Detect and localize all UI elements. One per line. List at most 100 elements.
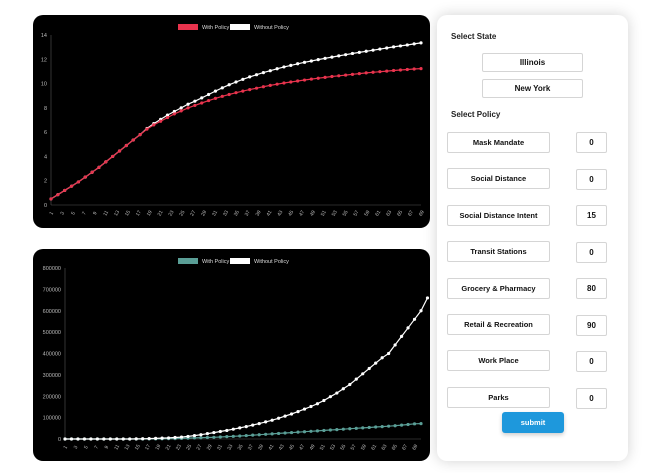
x-tick-label: 59 xyxy=(363,209,371,217)
data-point xyxy=(341,427,345,431)
data-point xyxy=(289,63,293,67)
data-point xyxy=(179,435,184,439)
data-point xyxy=(270,432,274,436)
y-tick-label: 0 xyxy=(58,437,61,443)
x-tick-label: 55 xyxy=(339,443,347,451)
data-point xyxy=(147,436,151,441)
data-point xyxy=(419,67,423,71)
data-point xyxy=(316,58,320,62)
data-point xyxy=(199,436,203,440)
policy-work-place-value[interactable]: 0 xyxy=(576,351,607,372)
data-point xyxy=(227,92,231,97)
data-point xyxy=(244,433,248,438)
data-point xyxy=(337,74,341,78)
series-line xyxy=(50,68,422,200)
data-point xyxy=(385,69,389,73)
policy-grocery-pharmacy-value[interactable]: 80 xyxy=(576,278,607,299)
policy-social-distance-value[interactable]: 0 xyxy=(576,169,607,190)
data-point xyxy=(302,60,307,64)
data-point xyxy=(302,430,307,434)
data-point xyxy=(268,83,272,87)
policy-grocery-pharmacy-button[interactable]: Grocery & Pharmacy xyxy=(447,278,550,299)
data-point xyxy=(350,51,355,56)
x-tick-label: 17 xyxy=(135,209,143,217)
data-point xyxy=(405,43,409,47)
x-tick-label: 49 xyxy=(309,443,317,451)
data-point xyxy=(283,431,287,435)
data-point xyxy=(419,309,423,313)
policy-parks-value[interactable]: 0 xyxy=(576,388,607,409)
data-point xyxy=(350,72,355,76)
data-point xyxy=(425,296,430,300)
x-tick-label: 3 xyxy=(73,445,80,451)
x-tick-label: 41 xyxy=(267,443,275,451)
policy-parks-button[interactable]: Parks xyxy=(447,387,550,408)
data-point xyxy=(367,366,371,371)
data-point xyxy=(108,437,112,441)
policy-retail-recreation-value[interactable]: 90 xyxy=(576,315,607,336)
y-tick-label: 8 xyxy=(44,106,47,112)
data-point xyxy=(264,432,268,436)
x-tick-label: 63 xyxy=(385,209,393,217)
data-point xyxy=(160,436,164,440)
data-point xyxy=(296,79,300,83)
x-tick-label: 21 xyxy=(157,209,165,217)
data-point xyxy=(104,160,108,164)
data-point xyxy=(323,56,327,60)
data-point xyxy=(270,418,274,422)
y-tick-label: 100000 xyxy=(43,416,61,422)
policy-work-place-button[interactable]: Work Place xyxy=(447,350,550,371)
data-point xyxy=(251,433,255,437)
data-point xyxy=(309,404,313,409)
legend-swatch xyxy=(230,24,250,30)
policy-transit-stations-value[interactable]: 0 xyxy=(576,242,607,263)
policy-social-distance-intent-value[interactable]: 15 xyxy=(576,205,607,226)
data-point xyxy=(354,377,358,381)
data-point xyxy=(63,437,67,441)
data-point xyxy=(364,71,368,75)
data-point xyxy=(205,435,209,440)
policy-mask-mandate-value[interactable]: 0 xyxy=(576,132,607,153)
data-point xyxy=(361,372,365,376)
data-point xyxy=(387,351,391,356)
policy-retail-recreation-button[interactable]: Retail & Recreation xyxy=(447,314,550,335)
x-tick-label: 67 xyxy=(407,209,415,217)
x-tick-label: 1 xyxy=(49,211,56,217)
data-point xyxy=(231,434,235,438)
data-point xyxy=(90,170,94,174)
policy-social-distance-button[interactable]: Social Distance xyxy=(447,168,550,189)
data-point xyxy=(225,435,229,439)
data-point xyxy=(399,423,404,427)
policy-transit-stations-button[interactable]: Transit Stations xyxy=(447,241,550,262)
data-point xyxy=(238,434,242,438)
data-point xyxy=(121,437,125,441)
data-point xyxy=(225,428,229,433)
x-tick-label: 23 xyxy=(175,443,183,451)
deaths-chart-svg: 0 100000 200000 300000 400000 500000 600000 700… xyxy=(43,258,430,451)
x-tick-label: 29 xyxy=(200,209,208,217)
data-point xyxy=(241,77,245,81)
submit-button[interactable]: submit xyxy=(502,412,564,433)
state-button-illinois[interactable]: Illinois xyxy=(482,53,583,72)
data-point xyxy=(335,427,339,432)
x-tick-label: 65 xyxy=(391,443,399,451)
x-tick-label: 31 xyxy=(216,443,224,451)
policy-social-distance-intent-button[interactable]: Social Distance Intent xyxy=(447,205,550,226)
data-point xyxy=(361,426,365,430)
x-tick-label: 13 xyxy=(124,443,132,451)
data-point xyxy=(412,67,416,71)
data-point xyxy=(385,46,389,50)
data-point xyxy=(117,149,122,153)
data-point xyxy=(179,109,183,113)
x-tick-label: 53 xyxy=(329,443,337,451)
data-point xyxy=(102,437,106,441)
x-tick-label: 23 xyxy=(168,209,176,217)
data-point xyxy=(200,96,204,100)
state-button-new-york[interactable]: New York xyxy=(482,79,583,98)
policy-mask-mandate-button[interactable]: Mask Mandate xyxy=(447,132,550,153)
data-point xyxy=(282,65,286,69)
series-line xyxy=(65,297,429,440)
data-point xyxy=(179,106,183,110)
x-tick-label: 11 xyxy=(102,210,110,218)
data-point xyxy=(405,67,409,72)
